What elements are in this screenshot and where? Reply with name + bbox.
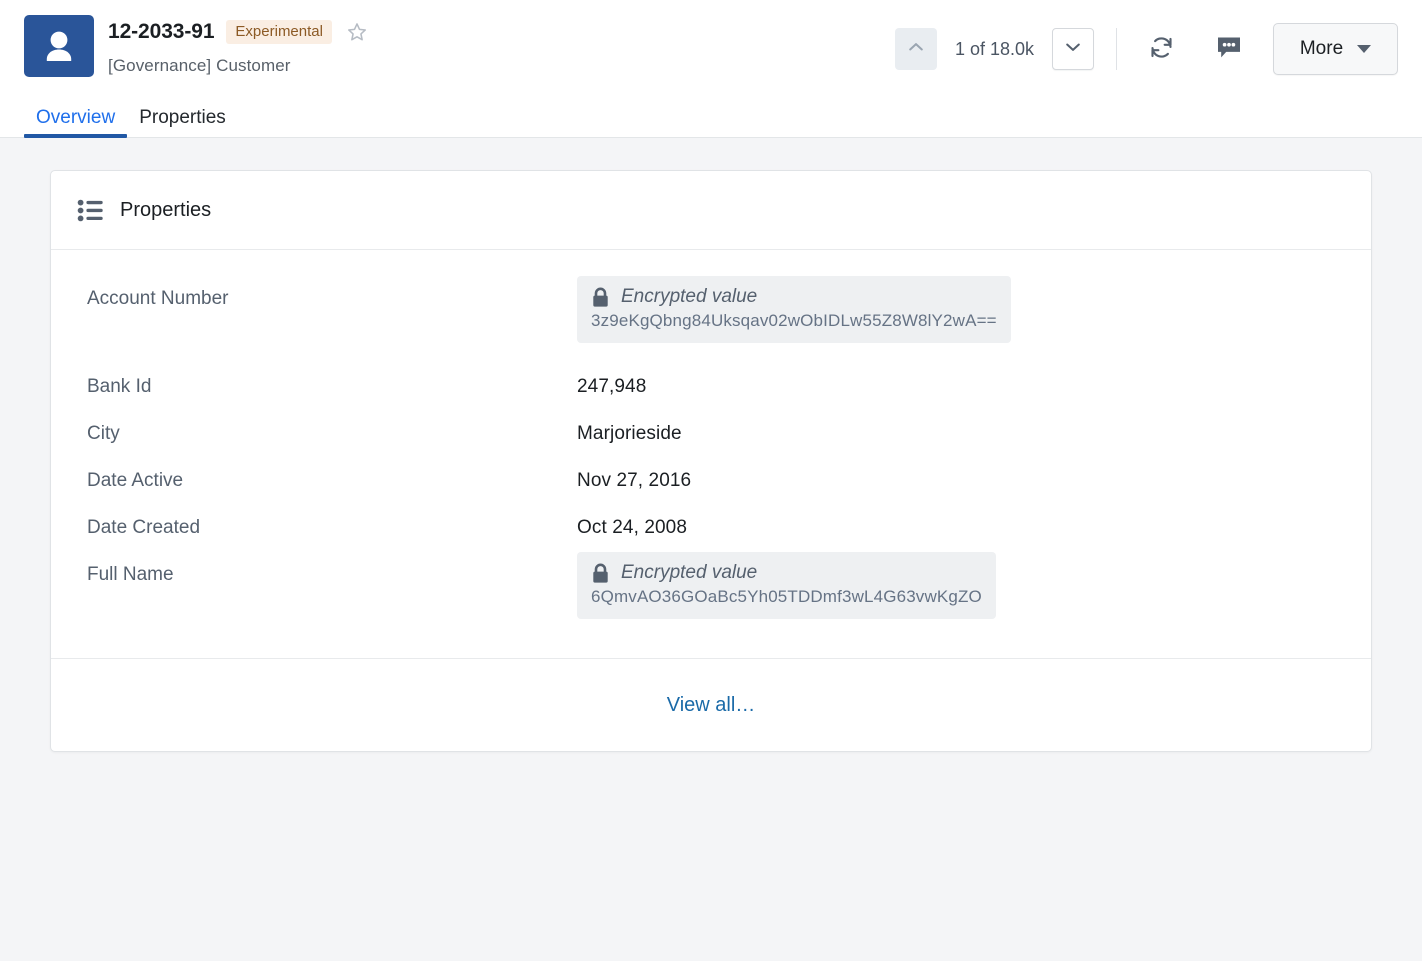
table-row: Date Active Nov 27, 2016 <box>87 458 1335 505</box>
encrypted-hash: 6QmvAO36GOaBc5Yh05TDDmf3wL4G63vwKgZO <box>591 587 982 606</box>
person-avatar-icon <box>24 15 94 77</box>
properties-card: Properties Account Number Encrypted valu… <box>50 170 1372 752</box>
entity-subtitle: [Governance] Customer <box>108 56 291 75</box>
refresh-sync-icon <box>1148 34 1175 64</box>
property-label: Bank Id <box>87 376 152 397</box>
star-outline-icon[interactable] <box>344 21 370 43</box>
encrypted-value-header: Encrypted value <box>591 562 982 584</box>
comment-bubble-icon <box>1215 34 1243 64</box>
property-label: Date Created <box>87 517 201 538</box>
header-actions: 1 of 18.0k More <box>894 14 1398 75</box>
table-row: Date Created Oct 24, 2008 <box>87 505 1335 552</box>
property-label: Account Number <box>87 288 229 309</box>
encrypted-value-header: Encrypted value <box>591 286 997 308</box>
property-label: Date Active <box>87 470 184 491</box>
properties-list: Account Number Encrypted value 3z9eKgQbn… <box>51 250 1371 658</box>
properties-card-title: Properties <box>120 198 212 221</box>
bulleted-list-icon <box>77 198 104 223</box>
encrypted-value-label: Encrypted value <box>621 286 758 307</box>
property-value: Marjorieside <box>577 423 682 444</box>
next-record-button[interactable] <box>1052 28 1094 70</box>
entity-text-block: 12-2033-91 Experimental [Governance] Cus… <box>108 14 370 76</box>
tab-overview[interactable]: Overview <box>24 108 128 138</box>
table-row: City Marjorieside <box>87 411 1335 458</box>
lock-icon <box>591 563 610 584</box>
page-title: 12-2033-91 <box>108 20 215 43</box>
entity-title-row: 12-2033-91 Experimental <box>108 17 370 47</box>
entity-identity-block: 12-2033-91 Experimental [Governance] Cus… <box>24 14 370 77</box>
encrypted-value[interactable]: Encrypted value 3z9eKgQbng84Uksqav02wObI… <box>577 276 1011 343</box>
caret-down-icon <box>1357 45 1372 53</box>
chevron-down-icon <box>1063 37 1083 62</box>
property-value: Oct 24, 2008 <box>577 517 687 538</box>
comments-button[interactable] <box>1207 28 1251 70</box>
view-all-link[interactable]: View all… <box>667 694 756 717</box>
chevron-up-icon <box>906 37 926 62</box>
tab-bar: Overview Properties <box>0 89 1422 138</box>
pager-count-label: 1 of 18.0k <box>954 38 1034 59</box>
properties-card-header: Properties <box>51 171 1371 250</box>
tab-properties[interactable]: Properties <box>127 108 238 137</box>
record-pager: 1 of 18.0k <box>894 28 1094 70</box>
more-button-label: More <box>1299 38 1344 59</box>
status-badge: Experimental <box>226 20 332 44</box>
table-row: Full Name Encrypted value 6QmvAO36GOaBc5… <box>87 552 1335 640</box>
entity-header: 12-2033-91 Experimental [Governance] Cus… <box>0 0 1422 89</box>
lock-icon <box>591 287 610 308</box>
encrypted-hash: 3z9eKgQbng84Uksqav02wObIDLw55Z8W8lY2wA== <box>591 311 997 330</box>
table-row: Account Number Encrypted value 3z9eKgQbn… <box>87 276 1335 364</box>
property-label: Full Name <box>87 564 174 585</box>
property-value: Nov 27, 2016 <box>577 470 692 491</box>
more-button[interactable]: More <box>1273 23 1398 75</box>
property-value: 247,948 <box>577 376 647 397</box>
encrypted-value-label: Encrypted value <box>621 562 758 583</box>
header-divider <box>1116 28 1117 70</box>
encrypted-value[interactable]: Encrypted value 6QmvAO36GOaBc5Yh05TDDmf3… <box>577 552 996 619</box>
properties-card-footer: View all… <box>51 658 1371 751</box>
table-row: Bank Id 247,948 <box>87 364 1335 411</box>
previous-record-button[interactable] <box>894 28 937 70</box>
property-label: City <box>87 423 120 444</box>
refresh-button[interactable] <box>1139 28 1183 70</box>
page-body: Properties Account Number Encrypted valu… <box>0 138 1422 961</box>
